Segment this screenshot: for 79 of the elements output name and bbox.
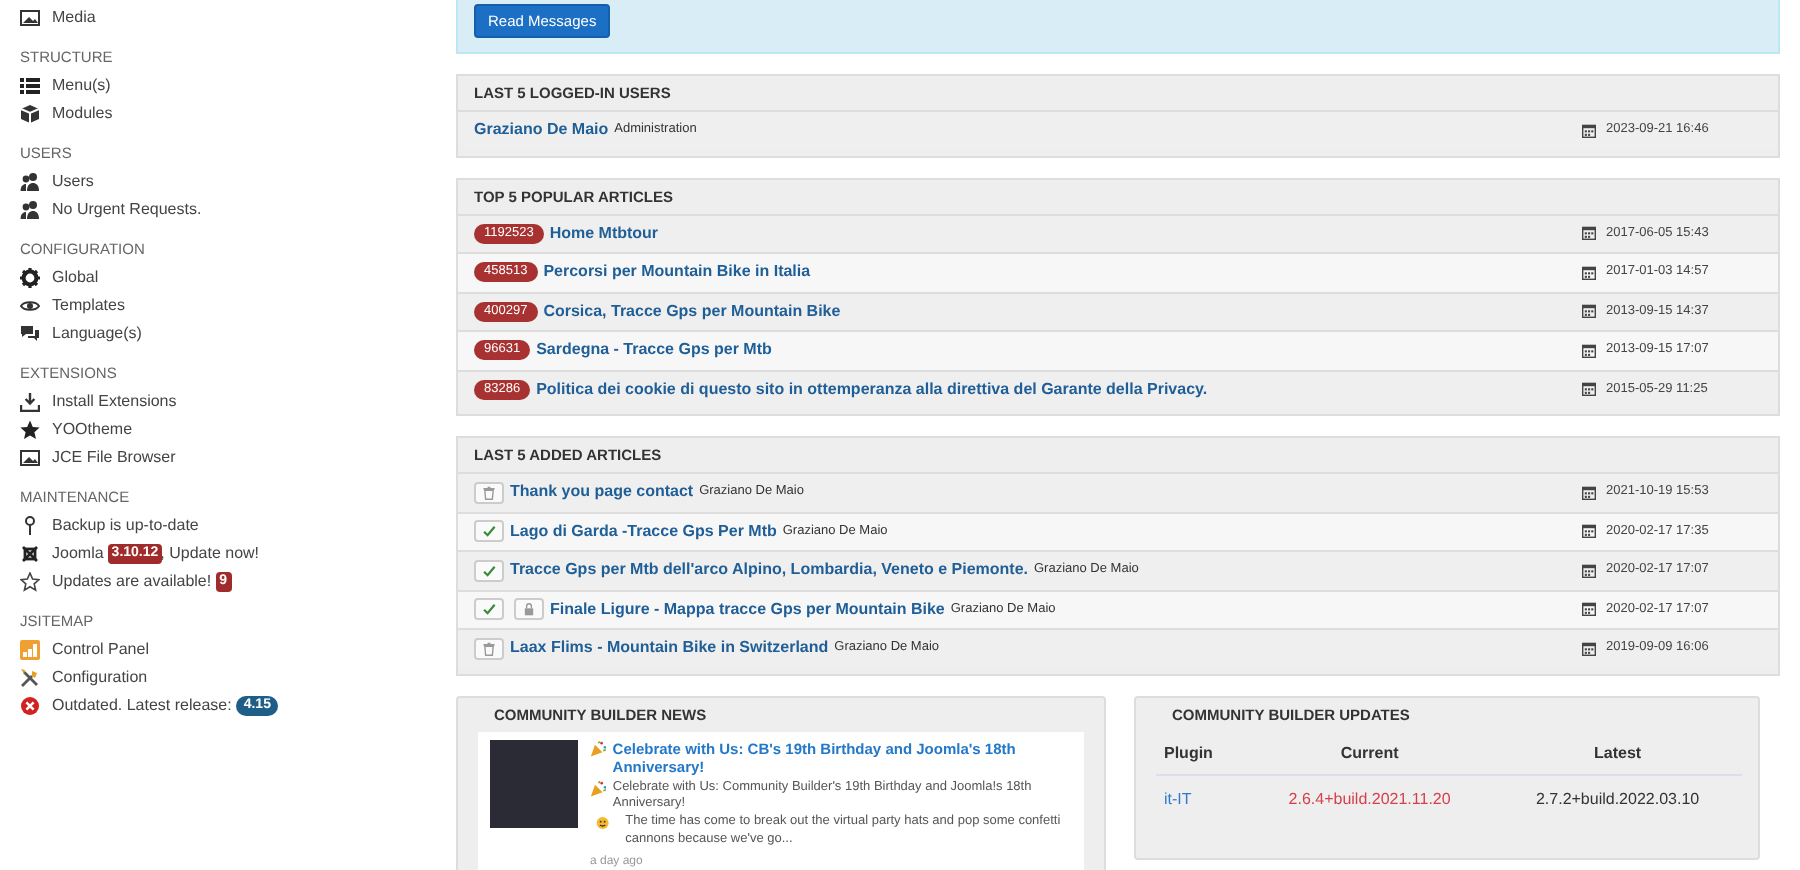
- tools-icon: [20, 668, 40, 688]
- column-header: Current: [1246, 731, 1494, 776]
- published-toggle[interactable]: [474, 598, 504, 621]
- article-link[interactable]: Sardegna - Tracce Gps per Mtb: [536, 340, 772, 361]
- control-panel-icon: [20, 640, 40, 660]
- lock-toggle[interactable]: [514, 598, 544, 621]
- menu-link[interactable]: JCE File Browser: [52, 448, 176, 468]
- photo-placeholder: [490, 739, 578, 827]
- eye-icon: [20, 296, 40, 316]
- article-link[interactable]: Politica dei cookie di questo sito in ottemperanza alla direttiva del Garante della Privacy.: [536, 379, 1208, 400]
- cube-icon: [20, 104, 40, 124]
- menu-link[interactable]: Templates: [52, 296, 125, 316]
- menu-link[interactable]: Joomla: [52, 544, 104, 564]
- smiley-icon: [596, 814, 610, 833]
- pin-icon: [20, 516, 40, 536]
- menu-link[interactable]: YOOtheme: [52, 420, 133, 440]
- column-header: Plugin: [1156, 731, 1247, 776]
- published-toggle[interactable]: [474, 559, 504, 582]
- lock-icon: [522, 602, 536, 617]
- image-icon: [20, 448, 40, 468]
- plugin-link[interactable]: it-IT: [1156, 775, 1247, 824]
- check-icon: [482, 563, 496, 578]
- speech-bubbles-icon: [20, 324, 40, 344]
- check-icon: [482, 602, 496, 617]
- party-popper-icon: [590, 739, 607, 757]
- calendar-icon: [1582, 226, 1596, 241]
- menu-link[interactable]: Users: [52, 172, 94, 192]
- menu-link-text[interactable]: , Update now!: [160, 544, 260, 564]
- users-icon: [20, 200, 40, 220]
- settings-icon: [20, 268, 40, 288]
- menu-link[interactable]: Global: [52, 268, 99, 288]
- star-outline-icon: [20, 572, 40, 592]
- menu-link[interactable]: Backup is up-to-date: [52, 516, 199, 536]
- trash-icon: [482, 641, 496, 656]
- current-version: 2.6.4+build.2021.11.20: [1246, 775, 1494, 824]
- calendar-icon: [1582, 382, 1596, 397]
- article-link[interactable]: Percorsi per Mountain Bike in Italia: [543, 262, 811, 283]
- article-link[interactable]: Lago di Garda -Tracce Gps Per Mtb: [510, 521, 777, 542]
- menu-link[interactable]: Language(s): [52, 324, 142, 344]
- logo-icon: [20, 544, 40, 564]
- calendar-icon: [1582, 343, 1596, 358]
- calendar-icon: [1582, 641, 1596, 656]
- users-icon: [20, 172, 40, 192]
- trashed-toggle[interactable]: [474, 637, 504, 660]
- calendar-icon: [1582, 123, 1596, 138]
- calendar-icon: [1582, 485, 1596, 500]
- article-link[interactable]: Thank you page contact: [510, 482, 694, 503]
- menu-link[interactable]: No Urgent Requests.: [52, 200, 202, 220]
- article-link[interactable]: Finale Ligure - Mappa tracce Gps per Mountain Bike: [550, 599, 945, 620]
- menu-link[interactable]: Updates are available!: [52, 572, 212, 592]
- article-link[interactable]: Tracce Gps per Mtb dell'arco Alpino, Lombardia, Veneto e Piemonte.: [510, 560, 1028, 581]
- menu-link[interactable]: Media: [52, 8, 96, 28]
- list-icon: [20, 76, 40, 96]
- calendar-icon: [1582, 265, 1596, 280]
- trashed-toggle[interactable]: [474, 481, 504, 504]
- article-link[interactable]: Home Mtbtour: [549, 223, 659, 244]
- article-link[interactable]: Corsica, Tracce Gps per Mountain Bike: [543, 301, 841, 322]
- image-icon: [20, 8, 40, 28]
- menu-link[interactable]: Configuration: [52, 668, 148, 688]
- column-header: Latest: [1493, 731, 1742, 776]
- menu-link[interactable]: Modules: [52, 104, 113, 124]
- calendar-icon: [1582, 304, 1596, 319]
- check-icon: [482, 524, 496, 539]
- star-icon: [20, 420, 40, 440]
- trash-icon: [482, 485, 496, 500]
- article-link[interactable]: Laax Flims - Mountain Bike in Switzerland: [510, 638, 829, 659]
- calendar-icon: [1582, 602, 1596, 617]
- menu-link[interactable]: Control Panel: [52, 640, 149, 660]
- calendar-icon: [1582, 563, 1596, 578]
- user-link[interactable]: Graziano De Maio: [474, 120, 609, 141]
- party-popper-icon: [590, 779, 607, 797]
- menu-link[interactable]: Outdated. Latest release:: [52, 696, 232, 716]
- download-icon: [20, 392, 40, 412]
- calendar-icon: [1582, 524, 1596, 539]
- published-toggle[interactable]: [474, 520, 504, 543]
- menu-link[interactable]: Menu(s): [52, 76, 111, 96]
- error-icon: [20, 696, 40, 716]
- latest-version: 2.7.2+build.2022.03.10: [1493, 775, 1742, 824]
- menu-link[interactable]: Install Extensions: [52, 392, 177, 412]
